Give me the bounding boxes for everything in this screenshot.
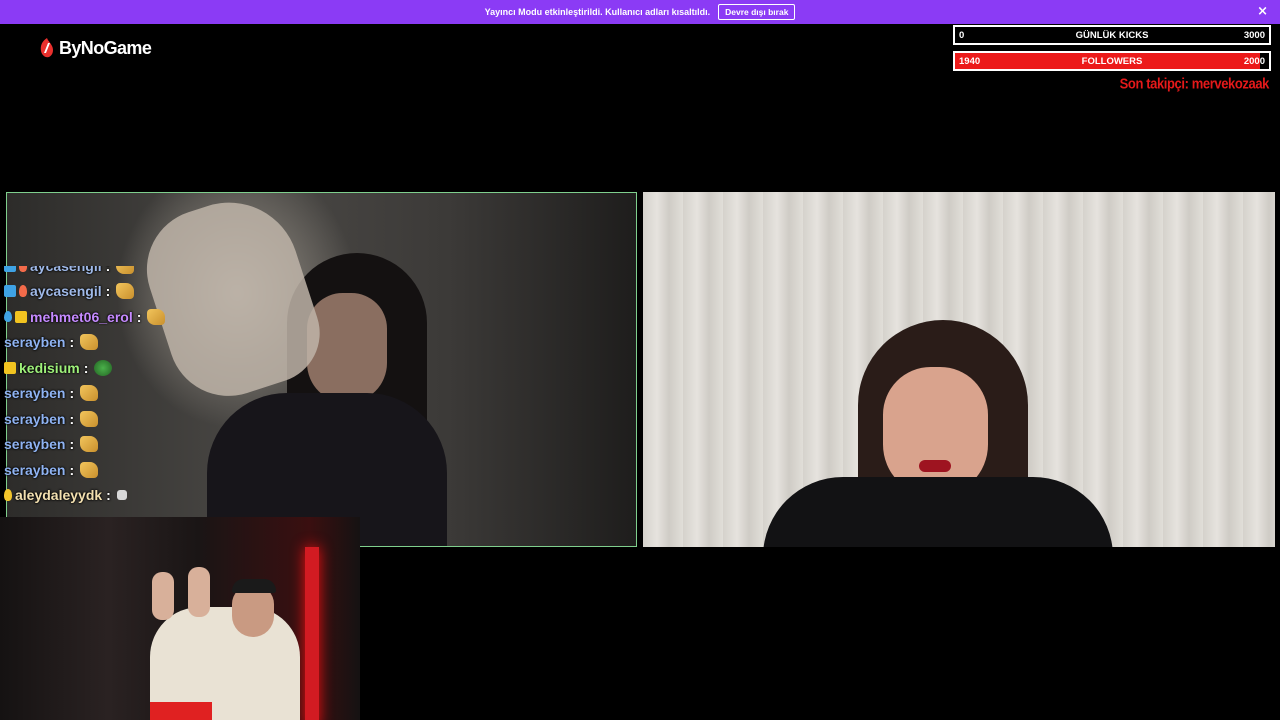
- clap-emote-icon: [80, 334, 99, 351]
- frog-emote-icon: [94, 359, 113, 376]
- clap-emote-icon: [147, 308, 166, 325]
- chat-separator: :: [69, 436, 75, 453]
- small-emote-icon: [116, 490, 127, 501]
- clap-emote-icon: [80, 461, 99, 478]
- subscriber-badge-icon: [4, 266, 16, 272]
- banner-text: Yayıncı Modu etkinleştirildi. Kullanıcı …: [484, 7, 711, 17]
- crown-badge-icon: [4, 361, 16, 374]
- chat-separator: :: [106, 487, 111, 504]
- guest-video-right: [643, 192, 1275, 547]
- chat-message: serayben:: [4, 457, 304, 483]
- bynogame-logo-icon: [40, 38, 53, 58]
- streamer-webcam: [0, 517, 360, 720]
- chat-separator: :: [69, 385, 75, 402]
- chat-username[interactable]: aycasengil: [30, 283, 102, 299]
- followers-target: 2000: [1243, 55, 1265, 67]
- chat-separator: :: [69, 461, 75, 478]
- streamer-mode-banner: Yayıncı Modu etkinleştirildi. Kullanıcı …: [0, 0, 1280, 24]
- chat-username[interactable]: aleydaleyydk: [15, 487, 102, 503]
- fire-badge-icon: [19, 266, 27, 272]
- chat-message: serayben:: [4, 330, 304, 356]
- bynogame-logo: ByNoGame: [38, 36, 152, 60]
- chat-message: serayben:: [4, 381, 304, 407]
- clap-emote-icon: [80, 436, 99, 453]
- chat-separator: :: [83, 359, 89, 376]
- clap-emote-icon: [116, 283, 135, 300]
- chat-username[interactable]: aycasengil: [30, 266, 102, 274]
- chat-overlay: aycasengil:aycasengil:mehmet06_erol:sera…: [4, 266, 304, 516]
- chat-message: kedisium:: [4, 355, 304, 381]
- chat-separator: :: [105, 283, 111, 300]
- chat-username[interactable]: mehmet06_erol: [30, 309, 133, 325]
- drop-badge-icon: [4, 311, 12, 323]
- chat-username[interactable]: serayben: [4, 334, 65, 350]
- chat-message: aycasengil:: [4, 266, 304, 279]
- chat-separator: :: [106, 266, 111, 274]
- crown-badge-icon: [15, 310, 27, 323]
- clap-emote-icon: [80, 385, 99, 402]
- kicks-goal-bar: 0 GÜNLÜK KICKS 3000: [953, 25, 1271, 45]
- chat-message: serayben:: [4, 432, 304, 458]
- close-icon[interactable]: ×: [1257, 4, 1268, 20]
- chat-username[interactable]: serayben: [4, 385, 65, 401]
- fire-badge-icon: [4, 489, 12, 502]
- guest-face: [307, 293, 387, 403]
- chat-message: aleydaleyydk:: [4, 483, 304, 509]
- chat-separator: :: [136, 308, 142, 325]
- chat-username[interactable]: serayben: [4, 462, 65, 478]
- subscriber-badge-icon: [4, 285, 16, 298]
- clap-emote-icon: [80, 410, 99, 427]
- last-follower-text: Son takipçi: mervekozaak: [1119, 74, 1270, 93]
- followers-label: FOLLOWERS: [1081, 55, 1143, 67]
- disable-streamer-mode-button[interactable]: Devre dışı bırak: [718, 4, 796, 20]
- webcam-red-device: [150, 702, 212, 720]
- streamer-cap: [232, 579, 276, 593]
- chat-username[interactable]: serayben: [4, 436, 65, 452]
- chat-message: mehmet06_erol:: [4, 304, 304, 330]
- chat-username[interactable]: serayben: [4, 411, 65, 427]
- chat-message: serayben:: [4, 406, 304, 432]
- guest-lips: [919, 460, 951, 472]
- webcam-red-light: [305, 547, 319, 720]
- guest-body: [763, 477, 1113, 547]
- logo-text: ByNoGame: [59, 37, 152, 58]
- streamer-hand-right: [188, 567, 210, 617]
- chat-separator: :: [69, 334, 75, 351]
- fire-badge-icon: [19, 285, 27, 298]
- streamer-hand-left: [152, 572, 174, 620]
- chat-separator: :: [69, 410, 75, 427]
- followers-goal-bar: 1940 FOLLOWERS 2000: [953, 51, 1271, 71]
- clap-emote-icon: [116, 266, 135, 274]
- chat-message: aycasengil:: [4, 279, 304, 305]
- kicks-label: GÜNLÜK KICKS: [1075, 29, 1149, 41]
- chat-username[interactable]: kedisium: [19, 360, 80, 376]
- kicks-target: 3000: [1243, 29, 1265, 41]
